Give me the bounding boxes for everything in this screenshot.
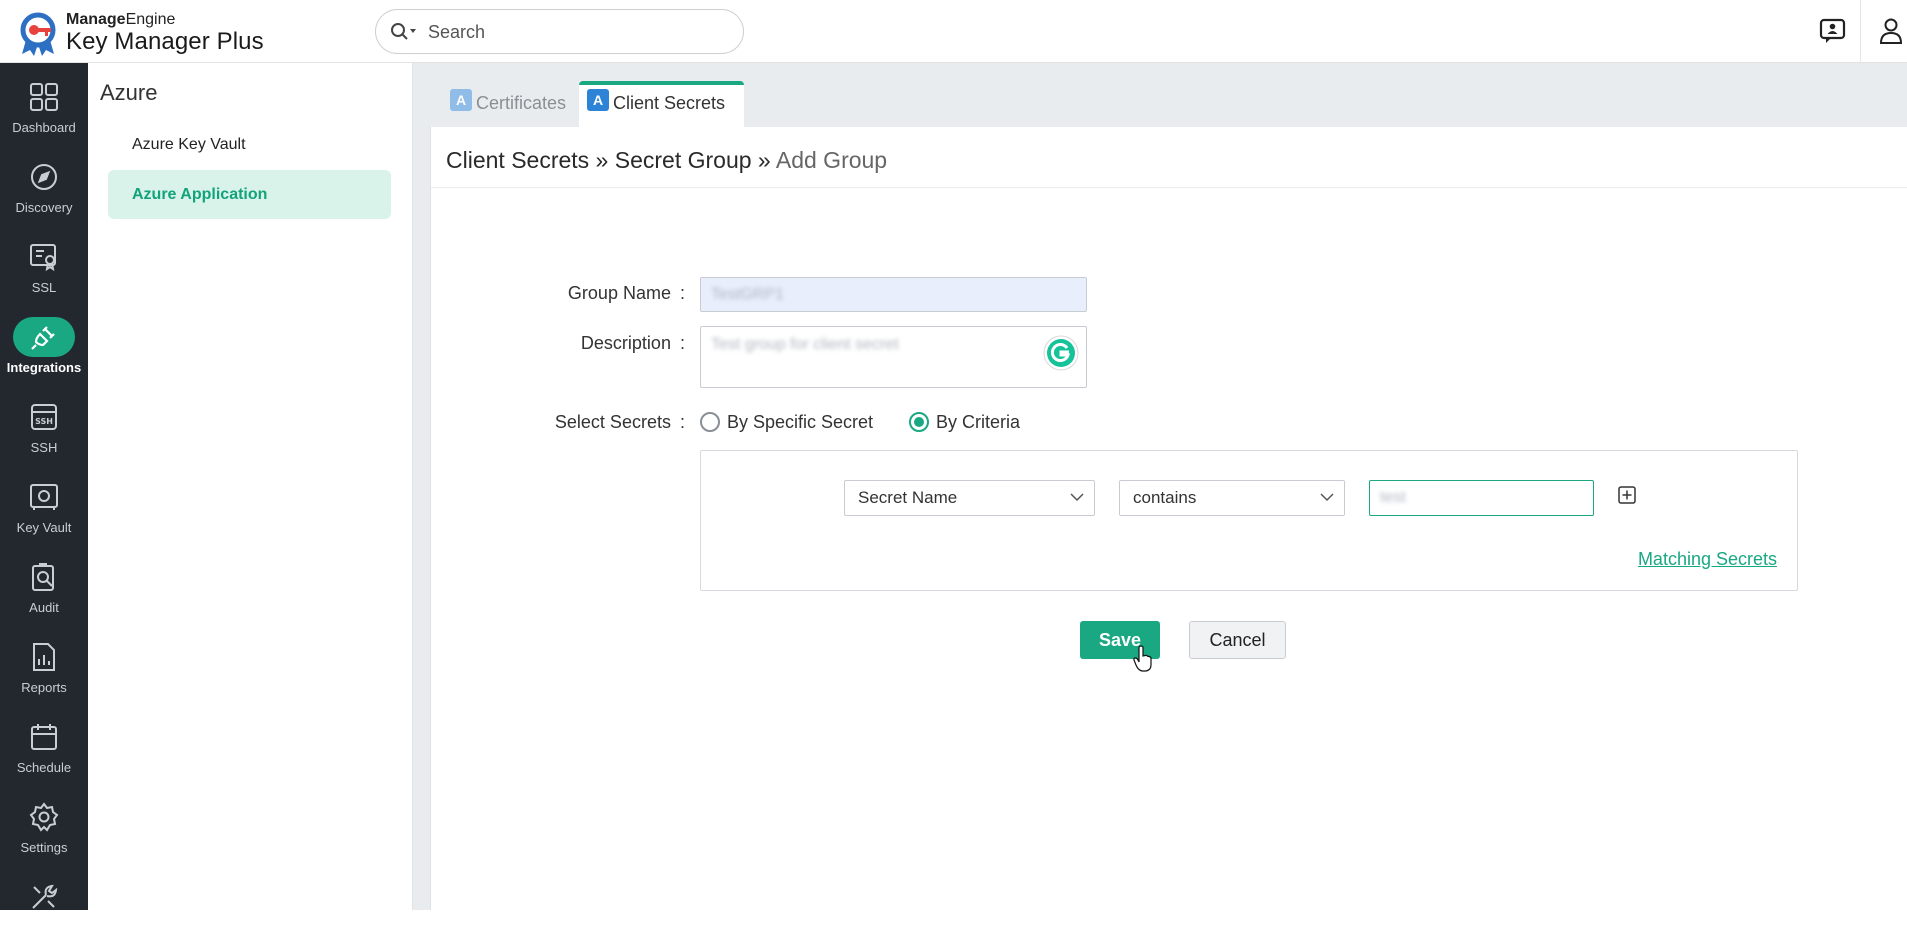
azure-icon: A (450, 89, 472, 111)
tab-client-secrets[interactable]: A Client Secrets (579, 81, 744, 127)
svg-text:SSH: SSH (35, 417, 53, 426)
tab-certificates[interactable]: A Certificates (442, 81, 575, 127)
compass-icon (31, 164, 57, 190)
nav-label: Schedule (16, 760, 72, 775)
main-content: A Certificates A Client Secrets Client S… (413, 63, 1907, 910)
plug-icon (31, 326, 55, 350)
radio-label: By Specific Secret (727, 412, 874, 432)
criteria-field-select[interactable]: Secret Name (844, 480, 1095, 516)
nav-discovery[interactable]: Discovery (0, 153, 88, 231)
cancel-button[interactable]: Cancel (1189, 621, 1286, 659)
app-logo[interactable]: ManageEngine Key Manager Plus (16, 8, 266, 58)
subnav-title: Azure (100, 80, 158, 105)
radio-label: By Criteria (936, 412, 1021, 432)
reports-icon (33, 643, 55, 671)
certificate-icon (30, 244, 56, 272)
nav-label: SSL (31, 280, 57, 295)
header-divider (431, 187, 1907, 188)
main-navigation: Dashboard Discovery SSL Integrations SSH… (0, 63, 88, 910)
description-label: Description : (580, 333, 685, 353)
gear-icon (29, 802, 59, 832)
radio-button[interactable] (909, 412, 929, 432)
nav-label: Settings (20, 840, 68, 855)
tools-icon (32, 884, 58, 909)
dashboard-icon (30, 83, 58, 111)
nav-dashboard[interactable]: Dashboard (0, 73, 88, 151)
nav-label: SSH (30, 440, 58, 455)
radio-button[interactable] (700, 412, 720, 432)
criteria-box: Secret Name contains test Matching Secre… (700, 450, 1798, 591)
nav-label: Key Vault (16, 520, 72, 535)
group-name-value: TestGRP1 (711, 286, 784, 303)
top-bar-divider (1860, 0, 1861, 62)
grammarly-icon[interactable] (1043, 335, 1079, 371)
user-profile-icon[interactable] (1876, 16, 1906, 46)
matching-secrets-link[interactable]: Matching Secrets (1638, 549, 1777, 570)
subnav-item-azure-application[interactable]: Azure Application (108, 170, 391, 219)
criteria-operator-select[interactable]: contains (1119, 480, 1345, 516)
nav-label: Integrations (6, 360, 82, 375)
audit-icon (32, 563, 54, 591)
nav-label: Audit (29, 600, 59, 615)
nav-label: Reports (21, 680, 67, 695)
select-secrets-label: Select Secrets : (554, 412, 685, 432)
top-bar: ManageEngine Key Manager Plus (0, 0, 1907, 63)
breadcrumb: Client Secrets » Secret Group » Add Grou… (446, 147, 888, 173)
tab-label: Client Secrets (613, 93, 726, 113)
search-icon[interactable] (390, 22, 418, 42)
description-field[interactable]: Test group for client secret (700, 326, 1087, 388)
nav-reports[interactable]: Reports (0, 633, 88, 711)
nav-key-vault[interactable]: Key Vault (0, 473, 88, 551)
nav-tools[interactable] (0, 873, 88, 951)
calendar-icon (31, 724, 57, 750)
nav-audit[interactable]: Audit (0, 553, 88, 631)
key-manager-logo-icon (20, 12, 56, 56)
subnav-item-azure-key-vault[interactable]: Azure Key Vault (108, 120, 391, 169)
group-name-label: Group Name : (567, 283, 685, 303)
search-input[interactable] (428, 19, 728, 45)
global-search[interactable] (375, 9, 744, 54)
azure-icon: A (587, 89, 609, 111)
integration-subnav: Azure Azure Key Vault Azure Application (88, 63, 413, 910)
criteria-value-input[interactable]: test (1369, 480, 1594, 516)
chevron-down-icon (1320, 493, 1334, 502)
nav-label: Discovery (15, 200, 73, 215)
nav-integrations[interactable]: Integrations (0, 313, 88, 391)
add-criteria-icon[interactable] (1618, 486, 1636, 504)
mouse-pointer-icon (1133, 645, 1152, 672)
add-group-panel: Client Secrets » Secret Group » Add Grou… (430, 127, 1907, 910)
vault-icon (30, 484, 58, 510)
chevron-down-icon (1070, 493, 1084, 502)
nav-ssh[interactable]: SSH SSH (0, 393, 88, 471)
selected-value: contains (1133, 488, 1197, 507)
nav-label: Dashboard (12, 120, 76, 135)
criteria-value: test (1380, 489, 1406, 506)
nav-ssl[interactable]: SSL (0, 233, 88, 311)
feedback-icon[interactable] (1818, 16, 1848, 46)
group-name-field[interactable]: TestGRP1 (700, 277, 1087, 312)
nav-schedule[interactable]: Schedule (0, 713, 88, 791)
breadcrumb-add-group: Add Group (775, 147, 888, 173)
breadcrumb-secret-group[interactable]: Secret Group (615, 147, 752, 173)
nav-settings[interactable]: Settings (0, 793, 88, 871)
product-name: Key Manager Plus (66, 28, 264, 55)
tab-label: Certificates (476, 93, 567, 113)
selected-value: Secret Name (858, 488, 958, 507)
description-value: Test group for client secret (711, 336, 899, 353)
vendor-name: ManageEngine (66, 11, 176, 28)
breadcrumb-client-secrets[interactable]: Client Secrets (446, 147, 589, 173)
ssh-icon: SSH (31, 404, 57, 430)
